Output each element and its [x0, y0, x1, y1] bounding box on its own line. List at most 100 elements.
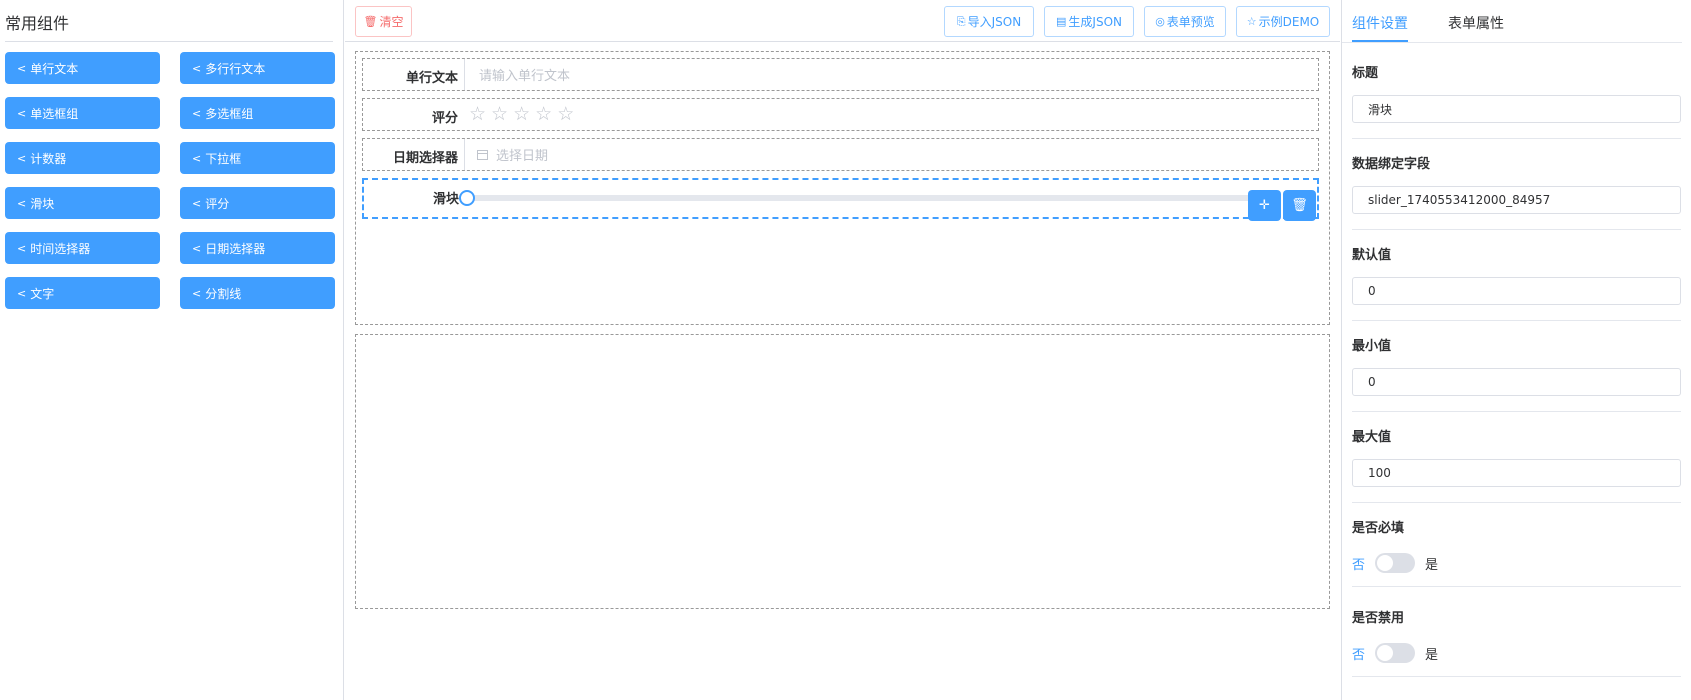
- demo-label: 示例DEMO: [1258, 15, 1320, 29]
- panel-title: 常用组件: [5, 14, 70, 33]
- share-icon: <: [192, 286, 202, 300]
- component-time-picker[interactable]: < 时间选择器: [5, 232, 160, 264]
- component-counter[interactable]: < 计数器: [5, 142, 160, 174]
- switch-on-label: 是: [1425, 647, 1439, 663]
- share-icon: <: [17, 241, 27, 255]
- rate-stars[interactable]: ☆ ☆ ☆ ☆ ☆: [469, 104, 574, 124]
- component-label: 分割线: [205, 286, 242, 301]
- input-placeholder: 请输入单行文本: [479, 69, 571, 84]
- move-button[interactable]: ✛: [1248, 190, 1281, 221]
- clear-label: 清空: [379, 15, 404, 29]
- star-icon[interactable]: ☆: [513, 104, 530, 124]
- form-item-label: 评分: [431, 111, 458, 126]
- max-value-input[interactable]: 100: [1352, 459, 1681, 487]
- component-label: 多选框组: [205, 106, 254, 121]
- form-item-label: 日期选择器: [392, 151, 458, 166]
- component-slider[interactable]: < 滑块: [5, 187, 160, 219]
- component-checkbox-group[interactable]: < 多选框组: [180, 97, 335, 129]
- component-text[interactable]: < 文字: [5, 277, 160, 309]
- form-item-slider-selected[interactable]: 滑块 ✛ 🗑: [362, 178, 1319, 221]
- min-value-input[interactable]: 0: [1352, 368, 1681, 396]
- component-label: 单选框组: [30, 106, 79, 121]
- component-label: 下拉框: [205, 151, 242, 166]
- form-preview-button[interactable]: ◎ 表单预览: [1144, 6, 1226, 37]
- import-json-label: 导入JSON: [967, 15, 1022, 29]
- component-radio-group[interactable]: < 单选框组: [5, 97, 160, 129]
- divider: [5, 41, 333, 42]
- component-label: 文字: [30, 286, 55, 301]
- form-drop-area[interactable]: 单行文本 请输入单行文本 评分 ☆ ☆ ☆ ☆ ☆ 日期选择器 选择日期 滑块 …: [355, 51, 1330, 325]
- form-item-single-line-text[interactable]: 单行文本 请输入单行文本: [362, 58, 1319, 91]
- switch-on-label: 是: [1425, 557, 1439, 573]
- disabled-switch-row: 否 是: [1352, 643, 1438, 663]
- min-value-label: 最小值: [1352, 339, 1392, 354]
- share-icon: <: [17, 106, 27, 120]
- component-label: 多行行文本: [205, 61, 266, 76]
- title-input[interactable]: 滑块: [1352, 95, 1681, 123]
- required-switch[interactable]: [1375, 553, 1416, 573]
- star-icon[interactable]: ☆: [491, 104, 508, 124]
- form-item-date-picker[interactable]: 日期选择器 选择日期: [362, 138, 1319, 171]
- toolbar: 🗑 清空 ⎘ 导入JSON ▤ 生成JSON ◎ 表单预览 ☆ 示例DEMO: [345, 0, 1340, 42]
- star-icon[interactable]: ☆: [535, 104, 552, 124]
- divider: [1352, 676, 1681, 677]
- required-label: 是否必填: [1352, 521, 1405, 536]
- generate-json-label: 生成JSON: [1068, 15, 1122, 29]
- date-picker-input[interactable]: 选择日期: [464, 139, 1318, 170]
- field-input[interactable]: slider_1740553412000_84957: [1352, 186, 1681, 214]
- import-json-button[interactable]: ⎘ 导入JSON: [944, 6, 1034, 37]
- star-icon: ☆: [1246, 15, 1257, 28]
- slider-handle[interactable]: [459, 190, 475, 206]
- component-select[interactable]: < 下拉框: [180, 142, 335, 174]
- title-label: 标题: [1352, 66, 1379, 81]
- share-icon: <: [17, 61, 27, 75]
- component-multi-line-text[interactable]: < 多行行文本: [180, 52, 335, 84]
- component-label: 评分: [205, 196, 230, 211]
- star-icon[interactable]: ☆: [469, 104, 486, 124]
- component-date-picker[interactable]: < 日期选择器: [180, 232, 335, 264]
- share-icon: <: [192, 106, 202, 120]
- demo-button[interactable]: ☆ 示例DEMO: [1236, 6, 1330, 37]
- divider: [1352, 502, 1681, 503]
- component-label: 时间选择器: [30, 241, 91, 256]
- delete-button[interactable]: 🗑: [1283, 190, 1316, 221]
- divider: [1352, 586, 1681, 587]
- document-icon: ▤: [1056, 15, 1067, 28]
- max-value-label: 最大值: [1352, 430, 1392, 445]
- share-icon: <: [192, 61, 202, 75]
- share-icon: <: [17, 196, 27, 210]
- move-icon: ✛: [1259, 198, 1270, 213]
- active-tab-indicator: [1352, 40, 1408, 42]
- divider: [1352, 138, 1681, 139]
- slider-track[interactable]: [464, 195, 1254, 201]
- component-divider[interactable]: < 分割线: [180, 277, 335, 309]
- generate-json-button[interactable]: ▤ 生成JSON: [1044, 6, 1134, 37]
- form-designer: 常用组件 < 单行文本 < 多行行文本 < 单选框组 < 多选框组 < 计数器 < 下拉框 …: [0, 0, 1691, 700]
- field-label: 数据绑定字段: [1352, 157, 1431, 172]
- divider: [1352, 411, 1681, 412]
- secondary-drop-area[interactable]: [355, 334, 1330, 609]
- share-icon: <: [192, 241, 202, 255]
- disabled-switch[interactable]: [1375, 643, 1416, 663]
- component-panel: 常用组件 < 单行文本 < 多行行文本 < 单选框组 < 多选框组 < 计数器 < 下拉框 …: [0, 0, 344, 700]
- component-label: 单行文本: [30, 61, 79, 76]
- star-icon[interactable]: ☆: [557, 104, 574, 124]
- single-line-text-input[interactable]: 请输入单行文本: [464, 59, 1318, 90]
- switch-off-label: 否: [1352, 647, 1366, 663]
- component-rate[interactable]: < 评分: [180, 187, 335, 219]
- form-item-label: 单行文本: [405, 71, 458, 86]
- eye-icon: ◎: [1155, 15, 1165, 28]
- share-icon: <: [192, 151, 202, 165]
- component-label: 日期选择器: [205, 241, 266, 256]
- component-single-line-text[interactable]: < 单行文本: [5, 52, 160, 84]
- tab-component-settings[interactable]: 组件设置: [1352, 13, 1408, 33]
- clear-button[interactable]: 🗑 清空: [355, 6, 412, 37]
- share-icon: <: [192, 196, 202, 210]
- form-item-rate[interactable]: 评分 ☆ ☆ ☆ ☆ ☆: [362, 98, 1319, 131]
- calendar-icon: [477, 149, 488, 160]
- divider: [1352, 320, 1681, 321]
- input-placeholder: 选择日期: [496, 149, 549, 164]
- default-value-input[interactable]: 0: [1352, 277, 1681, 305]
- tab-form-properties[interactable]: 表单属性: [1448, 13, 1504, 33]
- paperclip-icon: ⎘: [956, 14, 966, 28]
